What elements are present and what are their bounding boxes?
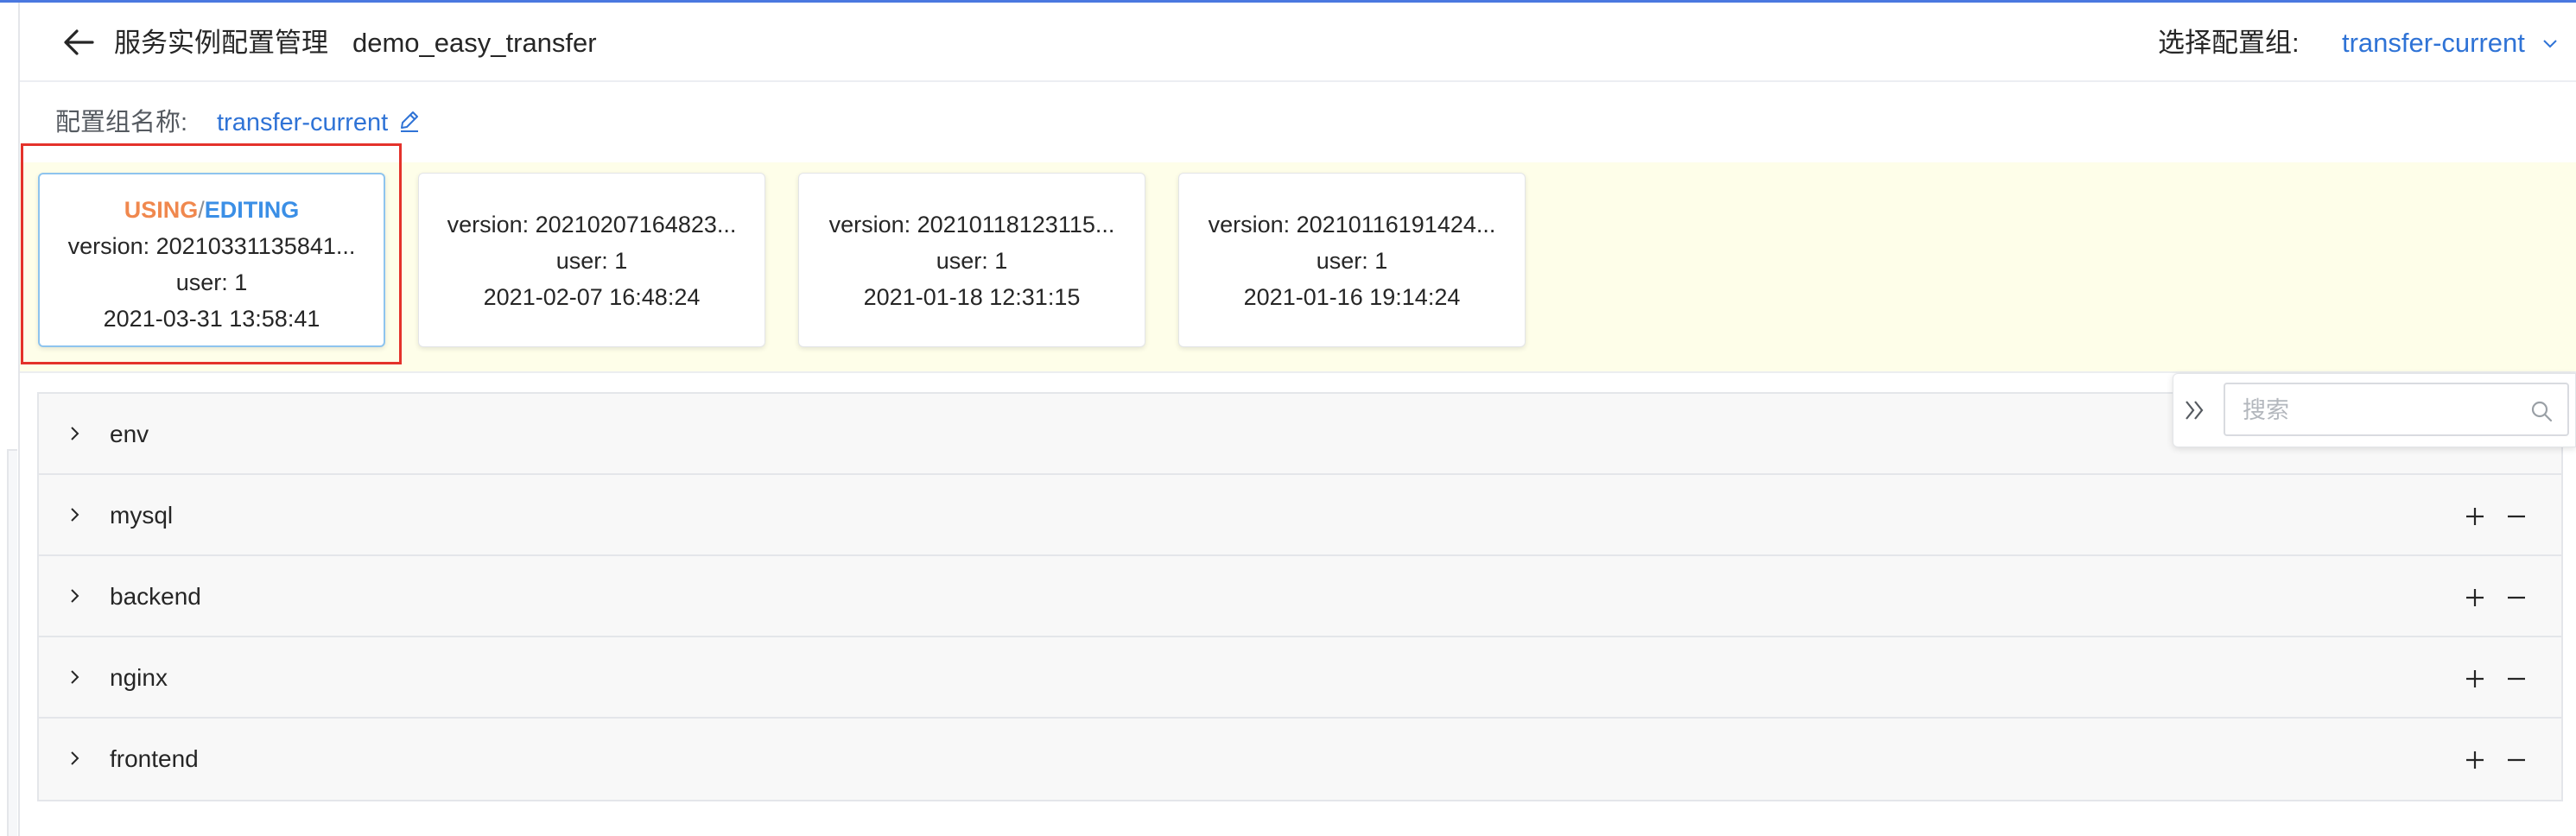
group-name-value[interactable]: transfer-current xyxy=(217,107,388,138)
left-panel-edge xyxy=(7,449,17,836)
minus-icon[interactable] xyxy=(2506,668,2527,689)
chevron-right-icon[interactable] xyxy=(70,669,80,685)
section-name: backend xyxy=(110,583,201,610)
section-name: nginx xyxy=(110,664,168,691)
plus-icon[interactable] xyxy=(2465,587,2485,608)
version-time: 2021-02-07 16:48:24 xyxy=(483,284,701,310)
version-id: version: 20210331135841... xyxy=(67,233,356,259)
config-section-backend[interactable]: backend xyxy=(39,556,2561,637)
version-user: user: 1 xyxy=(1316,248,1388,274)
version-time: 2021-01-16 19:14:24 xyxy=(1243,284,1461,310)
search-box xyxy=(2224,383,2569,436)
minus-icon[interactable] xyxy=(2506,750,2527,770)
instance-name: demo_easy_transfer xyxy=(352,28,597,58)
version-card[interactable]: version: 20210207164823... user: 1 2021-… xyxy=(418,173,765,347)
search-panel xyxy=(2173,373,2576,447)
version-time: 2021-01-18 12:31:15 xyxy=(863,284,1081,310)
version-card[interactable]: version: 20210116191424... user: 1 2021-… xyxy=(1178,173,1526,347)
version-id: version: 20210116191424... xyxy=(1208,212,1496,238)
arrow-left-icon[interactable] xyxy=(60,25,98,60)
config-section-frontend[interactable]: frontend xyxy=(39,719,2561,800)
chevron-right-icon[interactable] xyxy=(70,750,80,766)
minus-icon[interactable] xyxy=(2506,506,2527,527)
section-name: frontend xyxy=(110,745,199,772)
search-icon[interactable] xyxy=(2529,399,2554,423)
chevron-down-icon[interactable] xyxy=(2542,39,2558,49)
version-status: USING/EDITING xyxy=(40,192,384,228)
minus-icon[interactable] xyxy=(2506,587,2527,608)
left-divider xyxy=(18,3,20,836)
version-user: user: 1 xyxy=(555,248,628,274)
status-using: USING xyxy=(124,197,199,223)
version-card[interactable]: version: 20210118123115... user: 1 2021-… xyxy=(798,173,1145,347)
version-time: 2021-03-31 13:58:41 xyxy=(103,306,320,332)
edit-icon[interactable] xyxy=(397,109,422,133)
chevron-right-icon[interactable] xyxy=(70,588,80,604)
version-card-current[interactable]: USING/EDITING version: 20210331135841...… xyxy=(38,173,385,347)
version-id: version: 20210207164823... xyxy=(447,212,737,238)
config-section-nginx[interactable]: nginx xyxy=(39,637,2561,719)
group-name-label: 配置组名称: xyxy=(55,109,188,136)
chevron-right-icon[interactable] xyxy=(70,507,80,522)
double-chevron-right-icon[interactable] xyxy=(2182,396,2208,424)
config-section-mysql[interactable]: mysql xyxy=(39,475,2561,556)
plus-icon[interactable] xyxy=(2465,506,2485,527)
version-id: version: 20210118123115... xyxy=(828,212,1115,238)
config-section-list: env mysql backend nginx frontend xyxy=(37,392,2563,801)
plus-icon[interactable] xyxy=(2465,668,2485,689)
section-name: mysql xyxy=(110,502,174,529)
search-input[interactable] xyxy=(2243,393,2510,428)
section-name: env xyxy=(110,421,149,447)
plus-icon[interactable] xyxy=(2465,750,2485,770)
status-separator: / xyxy=(198,197,205,223)
page-title: 服务实例配置管理 xyxy=(114,28,328,58)
version-user: user: 1 xyxy=(936,248,1008,274)
group-select-dropdown[interactable]: transfer-current xyxy=(2342,26,2525,60)
version-user: user: 1 xyxy=(175,269,248,295)
status-editing: EDITING xyxy=(204,197,300,223)
page-header: 服务实例配置管理 demo_easy_transfer 选择配置组: trans… xyxy=(20,3,2576,82)
chevron-right-icon[interactable] xyxy=(70,426,80,441)
group-select-label: 选择配置组: xyxy=(2158,28,2300,58)
